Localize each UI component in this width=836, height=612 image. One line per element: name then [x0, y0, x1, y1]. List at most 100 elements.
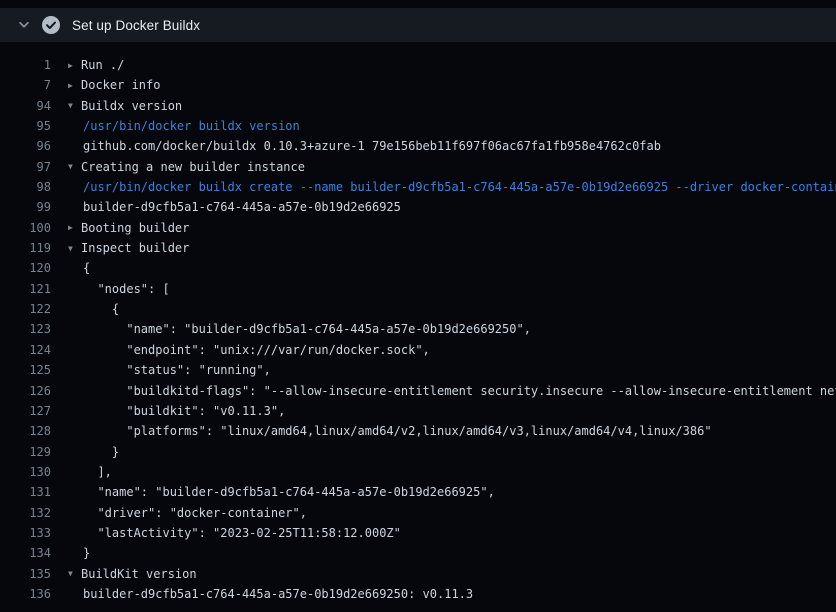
log-line: 128 "platforms": "linux/amd64,linux/amd6… — [0, 421, 836, 441]
line-number[interactable]: 1 — [0, 55, 51, 75]
log-line: 1 ▶Run ./ — [0, 55, 836, 75]
log-output-text: "nodes": [ — [68, 279, 836, 299]
log-line: 125 "status": "running", — [0, 360, 836, 380]
line-number[interactable]: 130 — [0, 462, 51, 482]
triangle-right-icon: ▶ — [68, 218, 81, 238]
log-group-header[interactable]: ▶Booting builder — [68, 218, 836, 238]
log-group-header[interactable]: ▼Creating a new builder instance — [68, 157, 836, 177]
line-number[interactable]: 95 — [0, 116, 51, 136]
triangle-right-icon: ▶ — [68, 56, 81, 76]
log-area[interactable]: 1▶Run ./7▶Docker info94▼Buildx version95… — [0, 42, 836, 604]
log-output-text: "buildkit": "v0.11.3", — [68, 401, 836, 421]
log-output-text: "status": "running", — [68, 360, 836, 380]
line-number[interactable]: 128 — [0, 421, 51, 441]
log-group-header[interactable]: ▶Docker info — [68, 75, 836, 95]
log-output-text: { — [68, 258, 836, 278]
log-output-text: builder-d9cfb5a1-c764-445a-a57e-0b19d2e6… — [68, 584, 836, 604]
log-group-header[interactable]: ▼Buildx version — [68, 96, 836, 116]
group-label: Docker info — [81, 78, 160, 92]
chevron-down-icon — [16, 17, 32, 33]
line-number[interactable]: 123 — [0, 319, 51, 339]
log-line: 129 } — [0, 442, 836, 462]
log-line: 7 ▶Docker info — [0, 75, 836, 95]
log-line: 123 "name": "builder-d9cfb5a1-c764-445a-… — [0, 319, 836, 339]
log-output-text: "endpoint": "unix:///var/run/docker.sock… — [68, 340, 836, 360]
log-output-text: } — [68, 543, 836, 563]
step-title: Set up Docker Buildx — [72, 18, 200, 33]
group-label: Creating a new builder instance — [81, 160, 305, 174]
log-line: 121 "nodes": [ — [0, 279, 836, 299]
check-circle-icon — [41, 15, 61, 35]
log-line: 126 "buildkitd-flags": "--allow-insecure… — [0, 381, 836, 401]
log-output-text: "driver": "docker-container", — [68, 503, 836, 523]
log-line: 124 "endpoint": "unix:///var/run/docker.… — [0, 340, 836, 360]
log-line: 136 builder-d9cfb5a1-c764-445a-a57e-0b19d… — [0, 584, 836, 604]
log-output-text: ], — [68, 462, 836, 482]
log-line: 99 builder-d9cfb5a1-c764-445a-a57e-0b19d2… — [0, 197, 836, 217]
log-line: 94 ▼Buildx version — [0, 96, 836, 116]
log-command-text: /usr/bin/docker buildx create --name bui… — [68, 177, 836, 197]
line-number[interactable]: 99 — [0, 197, 51, 217]
log-output-text: "platforms": "linux/amd64,linux/amd64/v2… — [68, 421, 836, 441]
log-output-text: } — [68, 442, 836, 462]
log-output-text: builder-d9cfb5a1-c764-445a-a57e-0b19d2e6… — [68, 197, 836, 217]
group-label: Inspect builder — [81, 241, 189, 255]
line-number[interactable]: 120 — [0, 258, 51, 278]
line-number[interactable]: 121 — [0, 279, 51, 299]
log-output-text: "name": "builder-d9cfb5a1-c764-445a-a57e… — [68, 482, 836, 502]
log-line: 131 "name": "builder-d9cfb5a1-c764-445a-… — [0, 482, 836, 502]
step-header[interactable]: Set up Docker Buildx — [0, 8, 836, 42]
group-label: Run ./ — [81, 58, 124, 72]
group-label: Buildx version — [81, 99, 182, 113]
line-number[interactable]: 119 — [0, 238, 51, 258]
log-line: 127 "buildkit": "v0.11.3", — [0, 401, 836, 421]
group-label: Booting builder — [81, 221, 189, 235]
line-number[interactable]: 129 — [0, 442, 51, 462]
triangle-down-icon: ▼ — [68, 564, 81, 584]
line-number[interactable]: 96 — [0, 136, 51, 156]
line-number[interactable]: 124 — [0, 340, 51, 360]
triangle-down-icon: ▼ — [68, 157, 81, 177]
log-line: 119 ▼Inspect builder — [0, 238, 836, 258]
line-number[interactable]: 97 — [0, 157, 51, 177]
line-number[interactable]: 131 — [0, 482, 51, 502]
group-label: BuildKit version — [81, 567, 197, 581]
log-line: 98/usr/bin/docker buildx create --name b… — [0, 177, 836, 197]
log-line: 100 ▶Booting builder — [0, 218, 836, 238]
log-line: 95/usr/bin/docker buildx version — [0, 116, 836, 136]
log-output-text: "name": "builder-d9cfb5a1-c764-445a-a57e… — [68, 319, 836, 339]
log-group-header[interactable]: ▼BuildKit version — [68, 564, 836, 584]
line-number[interactable]: 126 — [0, 381, 51, 401]
log-line: 97 ▼Creating a new builder instance — [0, 157, 836, 177]
log-line: 135 ▼BuildKit version — [0, 564, 836, 584]
line-number[interactable]: 136 — [0, 584, 51, 604]
line-number[interactable]: 7 — [0, 75, 51, 95]
line-number[interactable]: 132 — [0, 503, 51, 523]
log-line: 132 "driver": "docker-container", — [0, 503, 836, 523]
log-line: 130 ], — [0, 462, 836, 482]
log-command-text: /usr/bin/docker buildx version — [68, 116, 836, 136]
line-number[interactable]: 135 — [0, 564, 51, 584]
line-number[interactable]: 100 — [0, 218, 51, 238]
triangle-right-icon: ▶ — [68, 76, 81, 96]
triangle-down-icon: ▼ — [68, 96, 81, 116]
log-line: 120 { — [0, 258, 836, 278]
line-number[interactable]: 122 — [0, 299, 51, 319]
log-line: 122 { — [0, 299, 836, 319]
log-group-header[interactable]: ▶Run ./ — [68, 55, 836, 75]
log-group-header[interactable]: ▼Inspect builder — [68, 238, 836, 258]
log-output-text: "buildkitd-flags": "--allow-insecure-ent… — [68, 381, 836, 401]
line-number[interactable]: 98 — [0, 177, 51, 197]
log-output-text: { — [68, 299, 836, 319]
line-number[interactable]: 134 — [0, 543, 51, 563]
log-line: 133 "lastActivity": "2023-02-25T11:58:12… — [0, 523, 836, 543]
line-number[interactable]: 125 — [0, 360, 51, 380]
log-line: 96 github.com/docker/buildx 0.10.3+azure-… — [0, 136, 836, 156]
triangle-down-icon: ▼ — [68, 239, 81, 259]
line-number[interactable]: 127 — [0, 401, 51, 421]
log-line: 134} — [0, 543, 836, 563]
line-number[interactable]: 133 — [0, 523, 51, 543]
log-output-text: github.com/docker/buildx 0.10.3+azure-1 … — [68, 136, 836, 156]
line-number[interactable]: 94 — [0, 96, 51, 116]
log-output-text: "lastActivity": "2023-02-25T11:58:12.000… — [68, 523, 836, 543]
